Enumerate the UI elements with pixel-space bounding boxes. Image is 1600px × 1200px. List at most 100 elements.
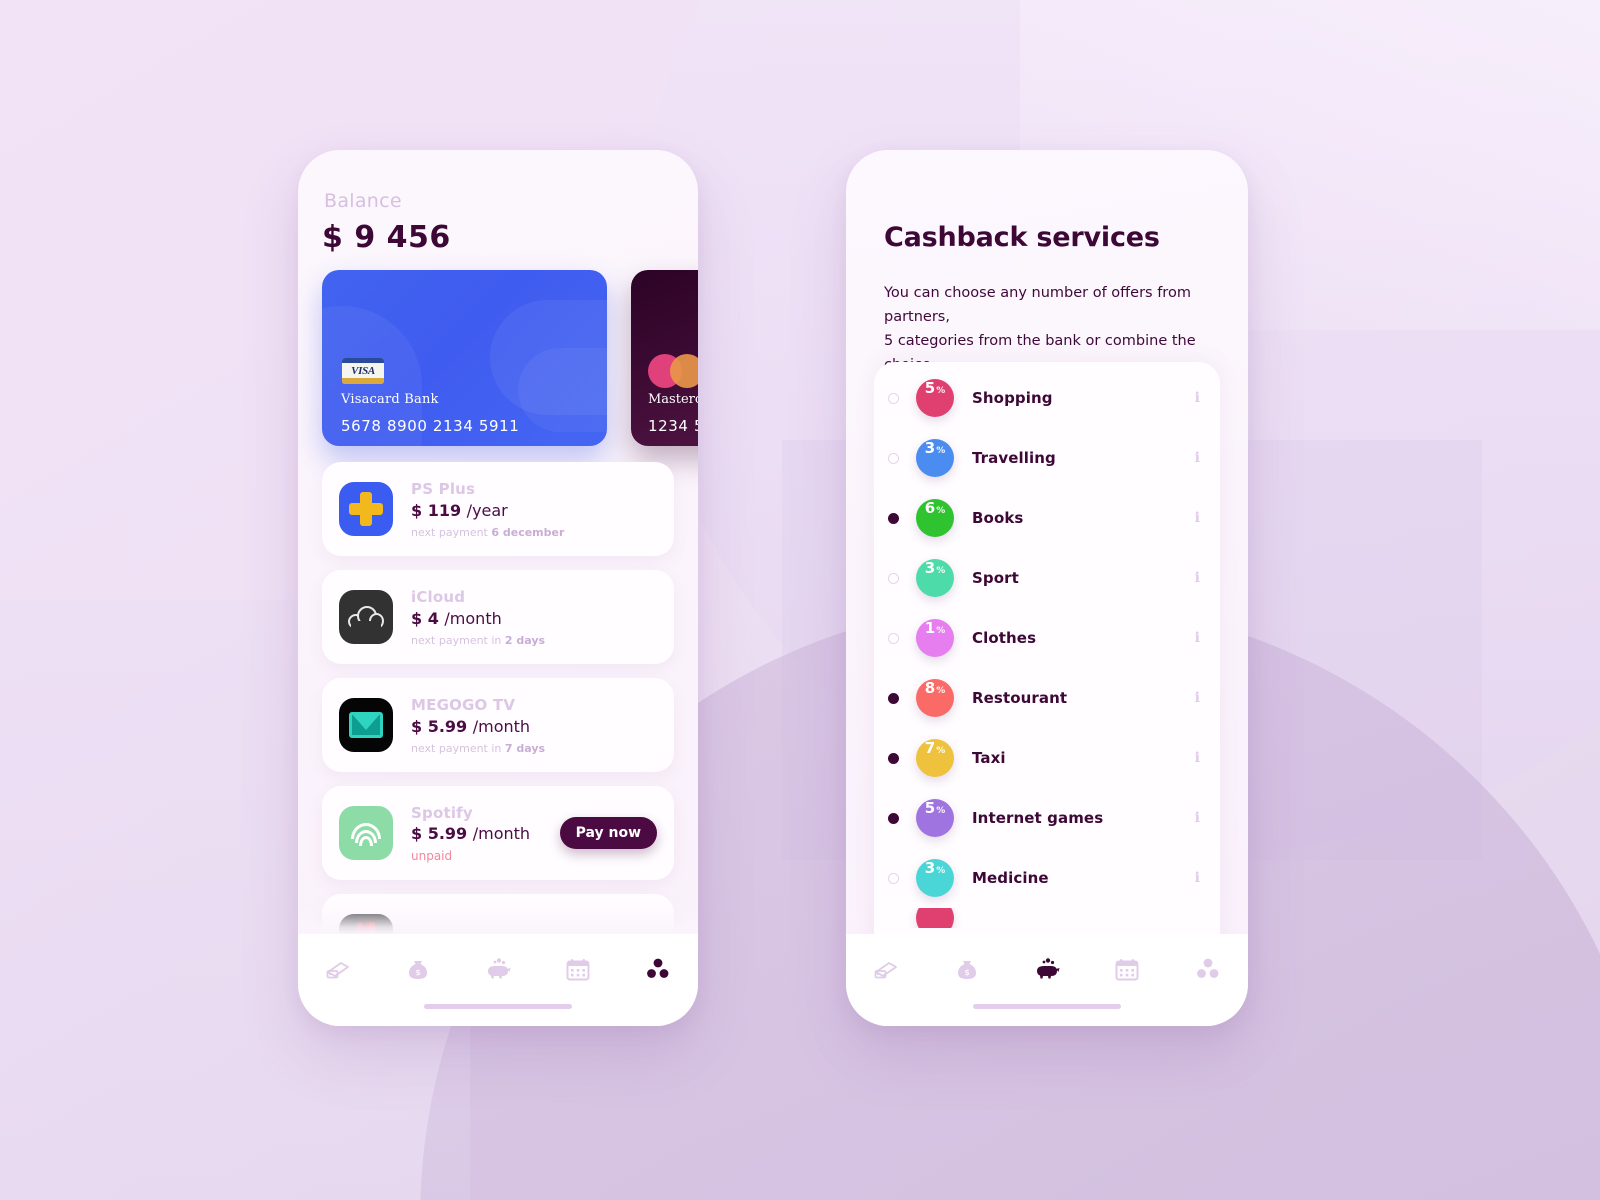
list-item[interactable]: 3% Medicine i: [874, 848, 1220, 908]
radio-button[interactable]: [888, 512, 899, 524]
radio-button[interactable]: [888, 632, 899, 644]
radio-button[interactable]: [888, 572, 899, 584]
list-item[interactable]: 3% Sport i: [874, 548, 1220, 608]
visa-card-bank-name: Visacard Bank: [341, 392, 439, 407]
radio-button[interactable]: [888, 692, 899, 704]
subscription-amount: $ 5.99: [411, 824, 473, 844]
note-prefix: next payment: [411, 525, 492, 539]
info-icon[interactable]: i: [1195, 390, 1200, 406]
subscription-period: /month: [472, 824, 531, 844]
service-label: Clothes: [972, 629, 1037, 647]
subscriptions-screen: Balance $ 9 456 VISA Visacard Bank 5678 …: [298, 150, 698, 1026]
radio-button[interactable]: [888, 812, 899, 824]
info-icon[interactable]: i: [1195, 570, 1200, 586]
percent-unit: %: [936, 446, 946, 456]
percent-value: 1: [924, 619, 936, 637]
subscription-period: /month: [472, 716, 531, 736]
nav-money-bag-icon[interactable]: $: [395, 952, 441, 986]
subscription-note: next payment in 2 days: [411, 634, 657, 647]
subscription-period: /month: [444, 608, 502, 628]
percent-value: 5: [924, 379, 936, 397]
ps-plus-icon: [339, 482, 393, 536]
bank-card-mastercard[interactable]: Mastercard Bank 1234 5678 9012 3456: [631, 270, 698, 446]
info-icon[interactable]: i: [1195, 810, 1200, 826]
list-item[interactable]: 7% Taxi i: [874, 728, 1220, 788]
subscription-list: PS Plus $ 119 /year next payment 6 decem…: [298, 462, 698, 1002]
service-label: Taxi: [972, 749, 1006, 767]
percent-unit: %: [936, 686, 946, 696]
nav-categories-dots-icon[interactable]: [635, 952, 681, 986]
visa-logo-icon: VISA: [342, 358, 384, 384]
percent-unit: %: [936, 626, 946, 636]
percent-badge: 3%: [916, 859, 954, 897]
home-indicator: [424, 1004, 572, 1009]
nav-card-icon[interactable]: [863, 952, 909, 986]
list-item[interactable]: 1% Clothes i: [874, 608, 1220, 668]
radio-button[interactable]: [888, 452, 899, 464]
card-decoration: [518, 348, 607, 432]
home-indicator: [973, 1004, 1121, 1009]
subscription-price: $ 5.99 /month: [411, 717, 657, 738]
percent-value: 8: [924, 679, 936, 697]
radio-button[interactable]: [888, 392, 899, 404]
list-item[interactable]: iCloud $ 4 /month next payment in 2 days: [322, 570, 674, 664]
percent-unit: %: [936, 866, 946, 876]
nav-piggy-bank-icon[interactable]: [475, 952, 521, 986]
percent-badge: 6%: [916, 499, 954, 537]
service-label: Books: [972, 509, 1024, 527]
info-icon[interactable]: i: [1195, 690, 1200, 706]
list-item[interactable]: PS Plus $ 119 /year next payment 6 decem…: [322, 462, 674, 556]
cards-carousel[interactable]: VISA Visacard Bank 5678 8900 2134 5911 M…: [298, 270, 698, 450]
service-label: Travelling: [972, 449, 1056, 467]
list-item[interactable]: 5% Shopping i: [874, 368, 1220, 428]
note-prefix: next payment in: [411, 741, 505, 755]
note-value: 7 days: [504, 741, 546, 755]
percent-value: 5: [924, 799, 936, 817]
service-label: Sport: [972, 569, 1019, 587]
list-item[interactable]: 5% Internet games i: [874, 788, 1220, 848]
spotify-icon: [339, 806, 393, 860]
nav-categories-dots-icon[interactable]: [1185, 952, 1231, 986]
info-icon[interactable]: i: [1195, 630, 1200, 646]
phone-cashback: Cashback services You can choose any num…: [846, 150, 1248, 1026]
list-item[interactable]: 6% Books i: [874, 488, 1220, 548]
svg-text:$: $: [415, 968, 421, 977]
subscription-note: next payment in 7 days: [411, 742, 657, 755]
info-icon[interactable]: i: [1195, 510, 1200, 526]
percent-badge-partial: [916, 908, 954, 928]
list-item[interactable]: 8% Restourant i: [874, 668, 1220, 728]
info-icon[interactable]: i: [1195, 450, 1200, 466]
service-label: Restourant: [972, 689, 1068, 707]
subscription-amount: $ 5.99: [411, 716, 473, 736]
subscription-price: $ 5.99 /month: [411, 824, 560, 845]
description-line-1: You can choose any number of offers from…: [884, 285, 1191, 325]
list-item[interactable]: Spotify $ 5.99 /month unpaid Pay now: [322, 786, 674, 880]
percent-unit: %: [936, 566, 946, 576]
list-item[interactable]: MEGOGO TV $ 5.99 /month next payment in …: [322, 678, 674, 772]
percent-badge: 3%: [916, 559, 954, 597]
list-item-partial[interactable]: [874, 908, 1220, 928]
bank-card-visa[interactable]: VISA Visacard Bank 5678 8900 2134 5911: [322, 270, 607, 446]
percent-value: 6: [924, 499, 936, 517]
percent-value: 7: [924, 739, 936, 757]
nav-piggy-bank-icon[interactable]: [1024, 952, 1070, 986]
balance-label: Balance: [324, 190, 402, 212]
list-item[interactable]: 3% Travelling i: [874, 428, 1220, 488]
mastercard-bank-name: Mastercard Bank: [648, 392, 698, 407]
nav-card-icon[interactable]: [315, 952, 361, 986]
percent-unit: %: [936, 506, 946, 516]
info-icon[interactable]: i: [1195, 870, 1200, 886]
subscription-name: MEGOGO TV: [411, 696, 516, 715]
subscription-note: next payment 6 december: [411, 526, 657, 539]
visa-card-number: 5678 8900 2134 5911: [341, 417, 520, 435]
subscription-status-unpaid: unpaid: [411, 849, 453, 864]
nav-calendar-icon[interactable]: [555, 952, 601, 986]
info-icon[interactable]: i: [1195, 750, 1200, 766]
service-label: Shopping: [972, 389, 1053, 407]
radio-button[interactable]: [888, 872, 899, 884]
radio-button[interactable]: [888, 752, 899, 764]
pay-now-button[interactable]: Pay now: [559, 817, 657, 849]
nav-calendar-icon[interactable]: [1104, 952, 1150, 986]
percent-badge: 1%: [916, 619, 954, 657]
nav-money-bag-icon[interactable]: $: [944, 952, 990, 986]
